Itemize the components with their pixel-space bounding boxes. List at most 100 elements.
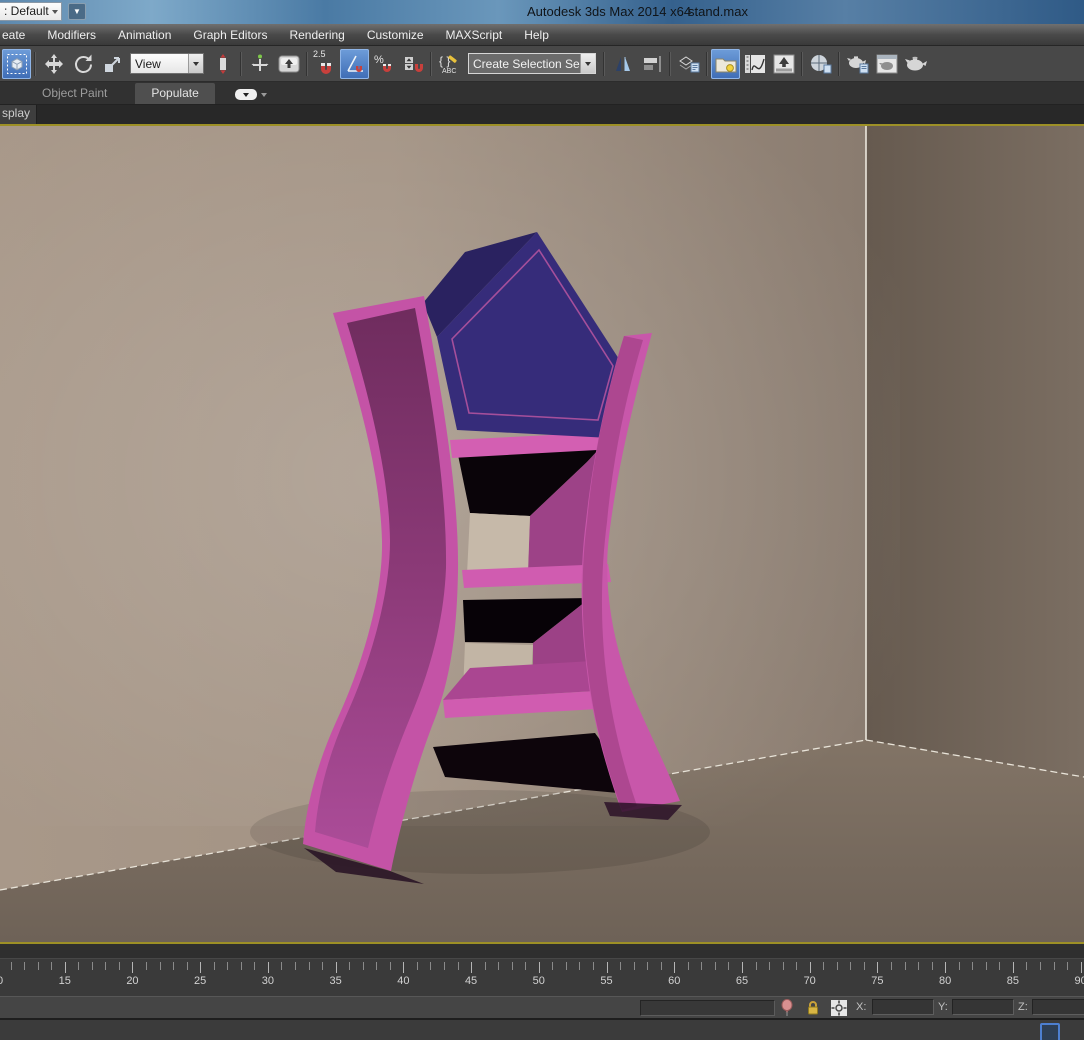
menu-item-eate[interactable]: eate bbox=[0, 28, 36, 42]
timeline-tick bbox=[322, 962, 323, 970]
toolbar-separator bbox=[669, 52, 671, 76]
select-and-move-button[interactable] bbox=[39, 49, 68, 79]
timeline-tick bbox=[525, 962, 526, 970]
menu-item-modifiers[interactable]: Modifiers bbox=[36, 28, 107, 42]
timeline-label: 90 bbox=[1074, 975, 1084, 987]
timeline-tick bbox=[105, 962, 106, 970]
menu-item-maxscript[interactable]: MAXScript bbox=[435, 28, 514, 42]
timeline-tick bbox=[552, 962, 553, 970]
spinner-snap-toggle-button[interactable] bbox=[398, 49, 427, 79]
timeline-tick bbox=[539, 962, 540, 973]
select-and-scale-button[interactable] bbox=[97, 49, 126, 79]
track-bar: 1015202530354045505560657075808590 bbox=[0, 944, 1084, 996]
render-production-button[interactable] bbox=[901, 49, 930, 79]
document-name: stand.max bbox=[688, 4, 748, 19]
ribbon-tab-populate[interactable]: Populate bbox=[135, 83, 214, 104]
prompt-bar bbox=[0, 1018, 1084, 1040]
timeline-tick bbox=[485, 962, 486, 970]
named-selection-sets-dropdown[interactable]: Create Selection Se bbox=[468, 53, 596, 74]
toolbar-separator bbox=[306, 52, 308, 76]
timeline-tick bbox=[417, 962, 418, 970]
chevron-down-icon bbox=[193, 62, 199, 66]
schematic-view-icon bbox=[772, 53, 796, 75]
x-coordinate-field[interactable] bbox=[872, 999, 934, 1015]
select-and-manipulate-button[interactable] bbox=[245, 49, 274, 79]
render-setup-button[interactable] bbox=[843, 49, 872, 79]
workspace-selector[interactable]: : Default bbox=[0, 2, 62, 21]
timeline-tick bbox=[1081, 962, 1082, 973]
rendered-frame-window-button[interactable] bbox=[872, 49, 901, 79]
use-pivot-point-center-button[interactable] bbox=[208, 49, 237, 79]
perspective-viewport[interactable] bbox=[0, 124, 1084, 944]
menu-item-animation[interactable]: Animation bbox=[107, 28, 182, 42]
y-coordinate-field[interactable] bbox=[952, 999, 1014, 1015]
edit-named-selection-sets-button[interactable]: { } ABC bbox=[435, 49, 464, 79]
timeline-tick bbox=[281, 962, 282, 970]
select-and-rotate-button[interactable] bbox=[68, 49, 97, 79]
isolate-selection-toggle[interactable] bbox=[778, 999, 796, 1017]
dropdown-arrow-button[interactable] bbox=[188, 54, 203, 73]
timeline-tick bbox=[51, 962, 52, 970]
rotate-icon bbox=[72, 53, 94, 75]
title-bar: : Default ▼ Autodesk 3ds Max 2014 x64 st… bbox=[0, 0, 1084, 24]
absolute-mode-transform-type-in[interactable] bbox=[830, 999, 848, 1017]
menu-item-help[interactable]: Help bbox=[513, 28, 560, 42]
time-tag-field[interactable] bbox=[640, 1000, 775, 1016]
timeline-tick bbox=[607, 962, 608, 973]
menu-item-rendering[interactable]: Rendering bbox=[278, 28, 355, 42]
menu-item-graph-editors[interactable]: Graph Editors bbox=[182, 28, 278, 42]
y-axis-label: Y: bbox=[938, 1001, 948, 1013]
angle-snap-icon bbox=[344, 53, 366, 75]
menu-item-customize[interactable]: Customize bbox=[356, 28, 435, 42]
manipulate-icon bbox=[249, 53, 271, 75]
timeline-tick bbox=[268, 962, 269, 973]
timeline-tick bbox=[512, 962, 513, 970]
select-object-button[interactable] bbox=[2, 49, 31, 79]
app-title: Autodesk 3ds Max 2014 x64 bbox=[527, 4, 691, 19]
toolbar-separator bbox=[240, 52, 242, 76]
magnet-icon bbox=[315, 56, 337, 78]
material-editor-button[interactable] bbox=[806, 49, 835, 79]
teapot-icon bbox=[904, 53, 928, 75]
timeline-tick bbox=[864, 962, 865, 970]
timeline-tick bbox=[647, 962, 648, 970]
rendered-frame-icon bbox=[875, 53, 899, 75]
time-slider-ruler[interactable]: 1015202530354045505560657075808590 bbox=[0, 958, 1084, 996]
toggle-layer-explorer-button[interactable] bbox=[711, 49, 740, 79]
timeline-tick bbox=[214, 962, 215, 970]
grid-snap-corner-button[interactable] bbox=[1040, 1023, 1060, 1040]
dropdown-arrow-button[interactable] bbox=[580, 54, 595, 73]
keyboard-shortcut-override-button[interactable] bbox=[274, 49, 303, 79]
selection-lock-toggle[interactable] bbox=[804, 999, 822, 1017]
timeline-tick bbox=[918, 962, 919, 970]
timeline-tick bbox=[430, 962, 431, 970]
named-sets-icon: { } ABC bbox=[438, 53, 462, 75]
timeline-tick bbox=[850, 962, 851, 970]
snaps-toggle-button[interactable]: 2.5 bbox=[311, 49, 340, 79]
workspace-flyout-button[interactable]: ▼ bbox=[68, 3, 86, 20]
mirror-button[interactable] bbox=[608, 49, 637, 79]
curve-editor-button[interactable] bbox=[740, 49, 769, 79]
schematic-view-button[interactable] bbox=[769, 49, 798, 79]
timeline-tick bbox=[688, 962, 689, 970]
align-button[interactable] bbox=[637, 49, 666, 79]
timeline-tick bbox=[701, 962, 702, 970]
angle-snap-toggle-button[interactable] bbox=[340, 49, 369, 79]
manage-layers-button[interactable] bbox=[674, 49, 703, 79]
chevron-down-icon bbox=[261, 93, 267, 97]
timeline-tick bbox=[458, 962, 459, 970]
timeline-label: 50 bbox=[533, 975, 545, 987]
timeline-tick bbox=[769, 962, 770, 970]
timeline-tick bbox=[146, 962, 147, 970]
panel-tab-display[interactable]: splay bbox=[0, 105, 37, 124]
mirror-icon bbox=[612, 53, 634, 75]
z-coordinate-field[interactable] bbox=[1032, 999, 1084, 1015]
z-axis-label: Z: bbox=[1018, 1001, 1028, 1013]
percent-snap-toggle-button[interactable]: % bbox=[369, 49, 398, 79]
timeline-tick bbox=[444, 962, 445, 970]
timeline-tick bbox=[986, 962, 987, 970]
ribbon-tab-object-paint[interactable]: Object Paint bbox=[26, 83, 123, 104]
ribbon-overflow-button[interactable] bbox=[235, 89, 267, 100]
reference-coordinate-system-dropdown[interactable]: View bbox=[130, 53, 204, 74]
timeline-tick bbox=[200, 962, 201, 973]
